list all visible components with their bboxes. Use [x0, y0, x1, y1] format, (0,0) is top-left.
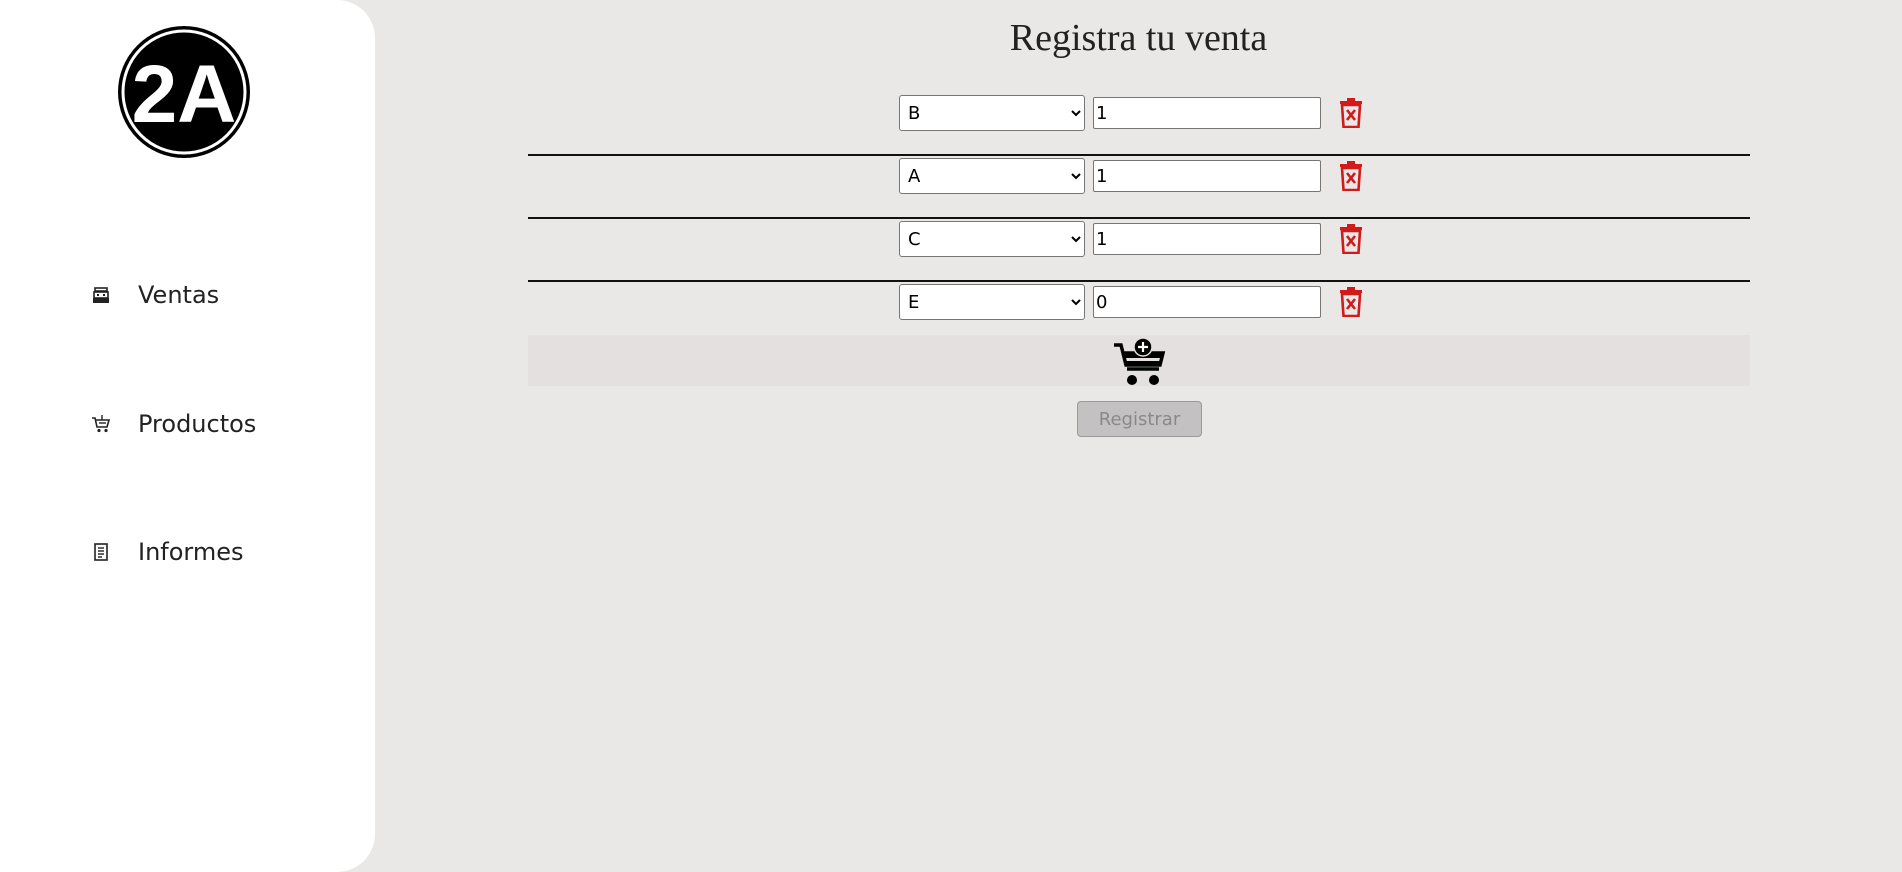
- product-select[interactable]: C: [899, 221, 1085, 257]
- quantity-input[interactable]: [1093, 160, 1321, 192]
- sale-rows: B A C: [528, 93, 1750, 345]
- add-row-bar[interactable]: [528, 335, 1750, 386]
- delete-row-icon[interactable]: [1338, 287, 1364, 317]
- quantity-input[interactable]: [1093, 97, 1321, 129]
- sale-row: A: [528, 156, 1750, 219]
- sale-row: C: [528, 219, 1750, 282]
- sidebar-item-label: Productos: [138, 410, 257, 438]
- quantity-input[interactable]: [1093, 223, 1321, 255]
- cash-register-icon: [90, 284, 112, 306]
- sidebar-item-label: Informes: [138, 538, 244, 566]
- sidebar-item-informes[interactable]: Informes: [90, 538, 244, 566]
- delete-row-icon[interactable]: [1338, 98, 1364, 128]
- delete-row-icon[interactable]: [1338, 161, 1364, 191]
- sidebar-item-ventas[interactable]: Ventas: [90, 281, 219, 309]
- sidebar-item-productos[interactable]: Productos: [90, 410, 256, 438]
- sidebar: 2A Ventas Productos Informes: [0, 0, 375, 872]
- product-select[interactable]: E: [899, 284, 1085, 320]
- register-button[interactable]: Registrar: [1077, 401, 1202, 437]
- cart-plus-icon[interactable]: [1113, 337, 1167, 387]
- quantity-input[interactable]: [1093, 286, 1321, 318]
- logo: 2A: [118, 26, 250, 158]
- sale-row: B: [528, 93, 1750, 156]
- sidebar-item-label: Ventas: [138, 281, 220, 309]
- product-select[interactable]: A: [899, 158, 1085, 194]
- svg-text:2A: 2A: [132, 49, 237, 140]
- page-title: Registra tu venta: [1009, 17, 1268, 59]
- cart-icon: [90, 413, 112, 435]
- report-icon: [90, 541, 112, 563]
- product-select[interactable]: B: [899, 95, 1085, 131]
- delete-row-icon[interactable]: [1338, 224, 1364, 254]
